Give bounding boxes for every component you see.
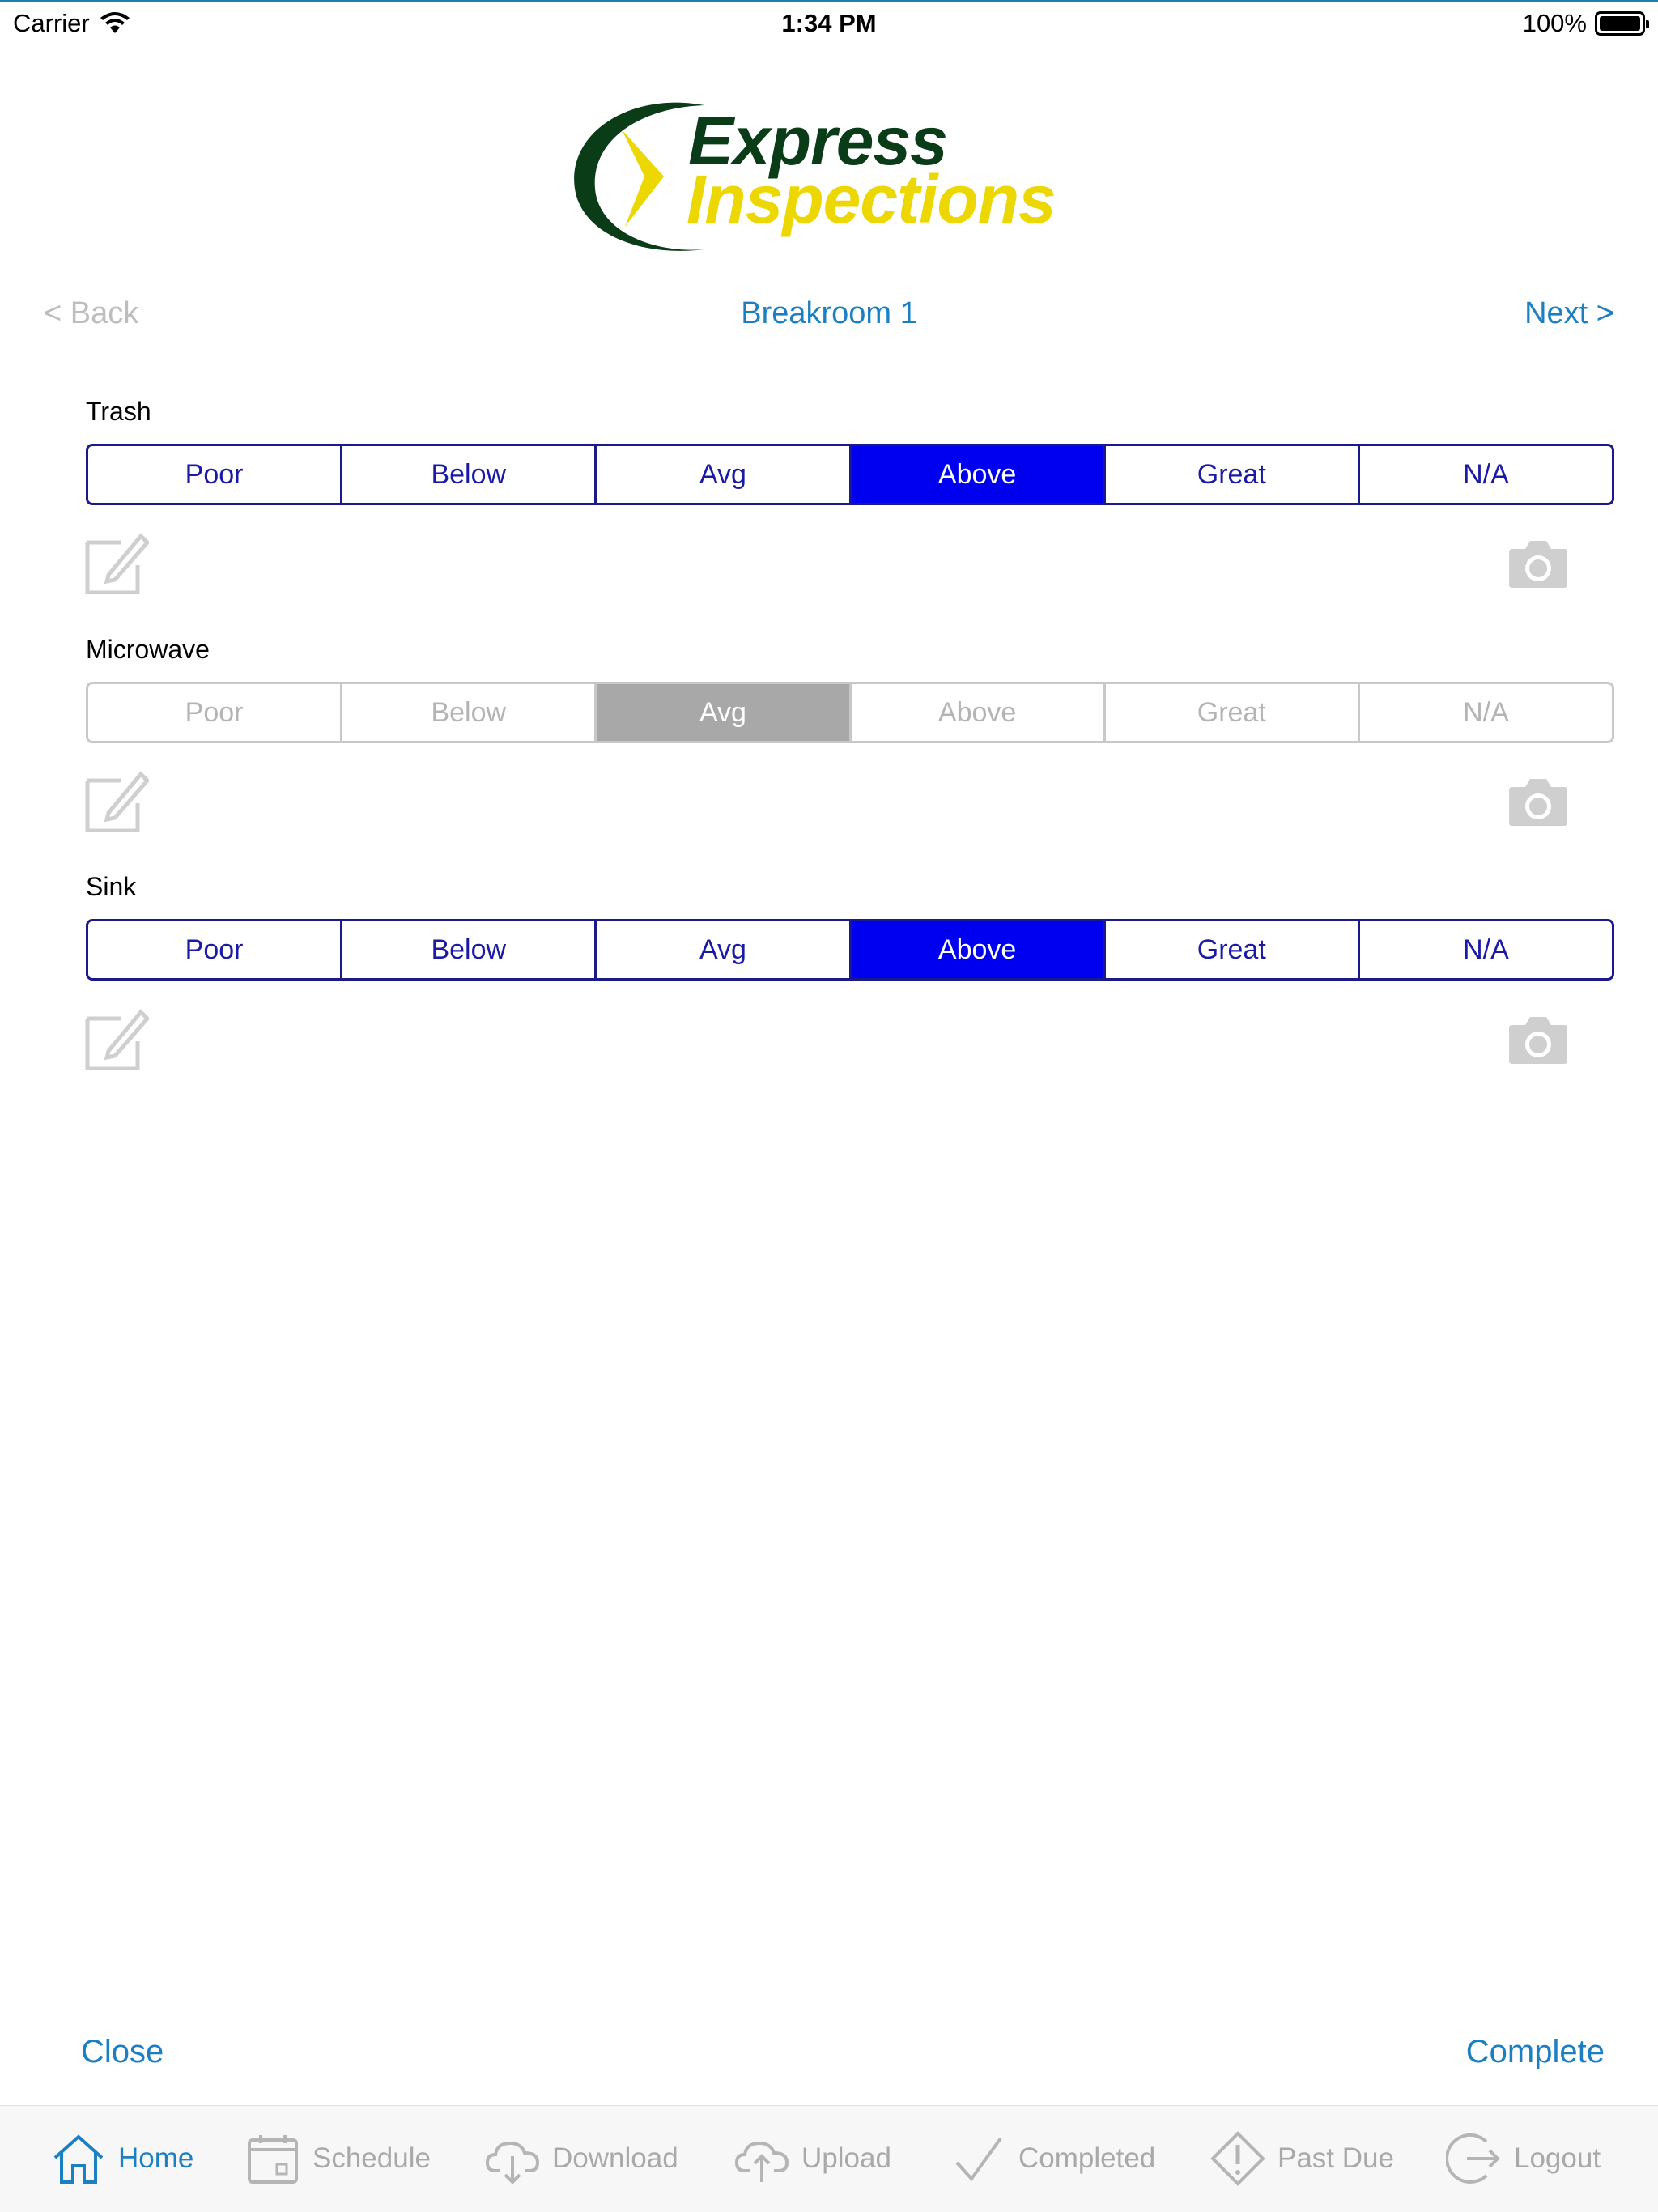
rating-option-na[interactable]: N/A — [1357, 446, 1612, 503]
rating-option-poor[interactable]: Poor — [88, 684, 340, 741]
rating-control-microwave[interactable]: Poor Below Avg Above Great N/A — [86, 682, 1614, 743]
camera-icon[interactable] — [1506, 534, 1571, 593]
item-label-microwave: Microwave — [86, 635, 210, 664]
rating-option-great[interactable]: Great — [1103, 446, 1358, 503]
status-time: 1:34 PM — [781, 9, 877, 37]
rating-control-sink[interactable]: Poor Below Avg Above Great N/A — [86, 919, 1614, 981]
checkmark-icon — [955, 2137, 1002, 2182]
calendar-icon — [248, 2135, 298, 2184]
rating-control-trash[interactable]: Poor Below Avg Above Great N/A — [86, 444, 1614, 505]
rating-option-avg[interactable]: Avg — [594, 446, 848, 503]
battery-icon — [1595, 11, 1649, 36]
item-label-trash: Trash — [86, 397, 151, 426]
rating-option-great[interactable]: Great — [1103, 921, 1358, 978]
tab-logout[interactable]: Logout — [1446, 2130, 1601, 2187]
tab-label-completed: Completed — [1018, 2142, 1156, 2174]
tab-home[interactable]: Home — [50, 2130, 193, 2187]
tab-label-upload: Upload — [801, 2142, 891, 2174]
tab-upload[interactable]: Upload — [733, 2130, 891, 2187]
complete-button[interactable]: Complete — [1466, 2034, 1605, 2070]
rating-option-poor[interactable]: Poor — [88, 921, 340, 978]
rating-option-above[interactable]: Above — [848, 684, 1103, 741]
rating-option-above[interactable]: Above — [848, 921, 1103, 978]
camera-icon[interactable] — [1506, 772, 1571, 831]
battery-percent: 100% — [1522, 9, 1587, 37]
home-icon — [53, 2134, 104, 2184]
tab-download[interactable]: Download — [484, 2130, 678, 2187]
logout-icon — [1446, 2133, 1500, 2184]
status-bar: Carrier 1:34 PM 100% — [0, 0, 1658, 49]
rating-option-below[interactable]: Below — [340, 446, 594, 503]
rating-option-below[interactable]: Below — [340, 684, 594, 741]
status-battery: 100% — [1522, 9, 1649, 38]
tab-label-schedule: Schedule — [312, 2142, 431, 2174]
rating-option-na[interactable]: N/A — [1357, 684, 1612, 741]
express-inspections-logo: Express Inspections — [567, 87, 1056, 266]
tab-label-home: Home — [118, 2142, 194, 2174]
camera-icon[interactable] — [1506, 1010, 1571, 1069]
tab-past-due[interactable]: Past Due — [1209, 2130, 1394, 2187]
rating-option-avg[interactable]: Avg — [594, 921, 848, 978]
rating-option-na[interactable]: N/A — [1357, 921, 1612, 978]
rating-option-below[interactable]: Below — [340, 921, 594, 978]
edit-note-icon[interactable] — [84, 530, 149, 594]
tab-label-past-due: Past Due — [1278, 2142, 1394, 2174]
rating-option-great[interactable]: Great — [1103, 684, 1358, 741]
tab-schedule[interactable]: Schedule — [244, 2130, 431, 2187]
page-title: Breakroom 1 — [741, 296, 917, 330]
next-button[interactable]: Next > — [1524, 296, 1614, 331]
close-button[interactable]: Close — [81, 2034, 164, 2070]
rating-option-avg[interactable]: Avg — [594, 684, 849, 741]
rating-option-above[interactable]: Above — [848, 446, 1103, 503]
cloud-upload-icon — [734, 2141, 789, 2182]
tab-label-download: Download — [552, 2142, 678, 2174]
warning-icon — [1210, 2131, 1265, 2186]
edit-note-icon[interactable] — [84, 768, 149, 832]
tab-bar: Home Schedule Download Upload Completed — [0, 2105, 1658, 2212]
cloud-download-icon — [485, 2141, 540, 2184]
tab-completed[interactable]: Completed — [950, 2130, 1155, 2187]
tab-label-logout: Logout — [1514, 2142, 1601, 2174]
edit-note-icon[interactable] — [84, 1006, 149, 1070]
logo-text-inspections: Inspections — [687, 161, 1056, 237]
rating-option-poor[interactable]: Poor — [88, 446, 340, 503]
item-label-sink: Sink — [86, 872, 137, 901]
